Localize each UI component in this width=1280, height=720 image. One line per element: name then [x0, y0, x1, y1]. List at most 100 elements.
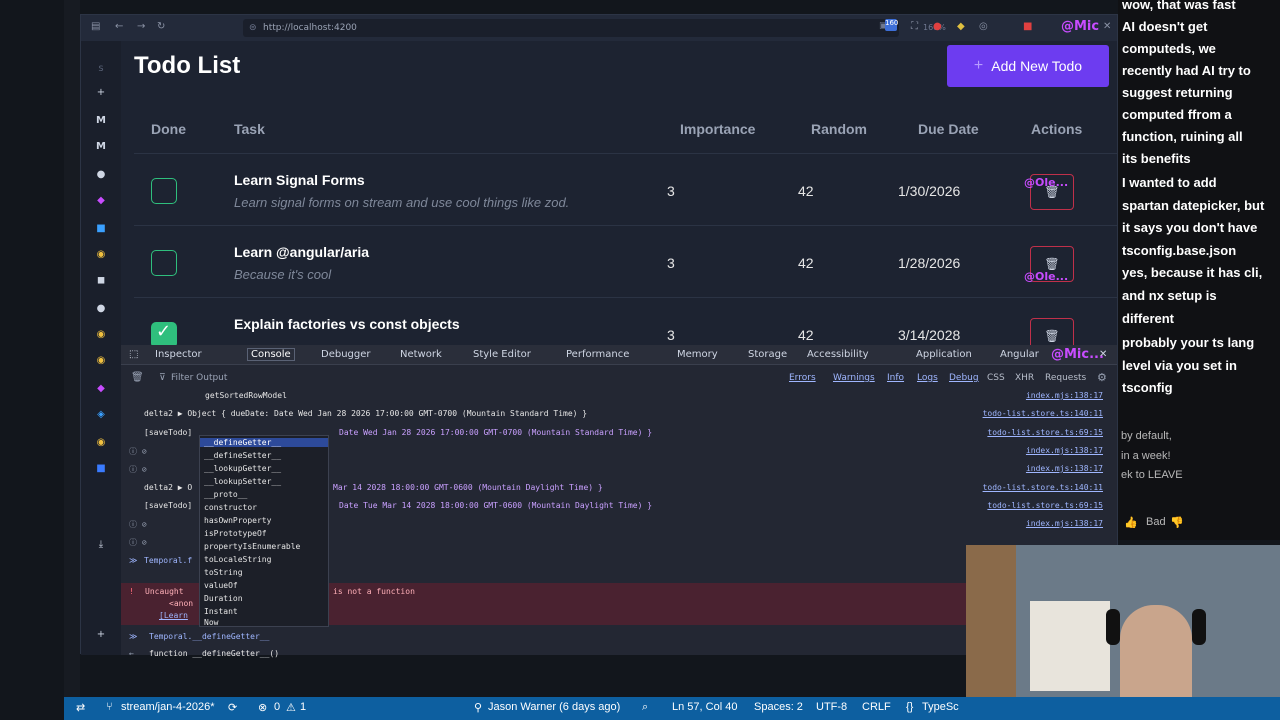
filter-errors[interactable]: Errors	[789, 373, 816, 383]
github-icon[interactable]: ●	[93, 167, 109, 183]
autocomplete-item[interactable]: toLocaleString	[204, 555, 271, 564]
autocomplete-item[interactable]: hasOwnProperty	[204, 516, 271, 525]
autocomplete-item[interactable]: Duration	[204, 594, 243, 603]
sidebar-app-icon[interactable]: ◆	[93, 381, 109, 397]
console-log-source[interactable]: todo-list.store.ts:140:11	[983, 409, 1103, 418]
sidebar-s-icon[interactable]: s	[93, 61, 109, 77]
sidebar-toggle-icon[interactable]: ▤	[91, 21, 100, 32]
forward-icon[interactable]: →	[137, 21, 145, 32]
extension-icon[interactable]: ◆	[957, 21, 965, 32]
console-input[interactable]: Temporal.__defineGetter__	[149, 632, 269, 641]
add-tab-icon[interactable]: +	[93, 85, 109, 101]
filter-logs[interactable]: Logs	[917, 373, 938, 383]
autocomplete-item[interactable]: constructor	[204, 503, 257, 512]
tab-style-editor[interactable]: Style Editor	[473, 349, 531, 360]
autocomplete-item[interactable]: Now	[204, 618, 218, 627]
console-log-source[interactable]: index.mjs:138:17	[1026, 519, 1103, 528]
close-devtools-icon[interactable]: ✕	[1099, 349, 1107, 360]
sidebar-app-icon[interactable]: ◆	[93, 193, 109, 209]
extension-icon[interactable]: ◎	[979, 21, 988, 32]
learn-more-link[interactable]: [Learn	[159, 611, 188, 620]
tab-performance[interactable]: Performance	[566, 349, 629, 360]
reload-icon[interactable]: ↻	[157, 21, 165, 32]
done-checkbox[interactable]	[151, 321, 177, 345]
delete-button[interactable]: 🗑	[1030, 318, 1074, 345]
console-log-text: Mar 14 2028 18:00:00 GMT-0600 (Mountain …	[333, 483, 603, 492]
settings-gear-icon[interactable]: ⚙	[1097, 371, 1107, 384]
warnings-count[interactable]: 1	[300, 701, 306, 713]
autocomplete-item[interactable]: __lookupGetter__	[204, 464, 281, 473]
chrome-icon[interactable]: ◉	[93, 353, 109, 369]
autocomplete-item[interactable]: __lookupSetter__	[204, 477, 281, 486]
indentation[interactable]: Spaces: 2	[754, 701, 803, 713]
back-icon[interactable]: ←	[115, 21, 123, 32]
autocomplete-item[interactable]: __defineGetter__	[200, 438, 328, 447]
autocomplete-item[interactable]: valueOf	[204, 581, 238, 590]
chrome-icon[interactable]: ◉	[93, 435, 109, 451]
cursor-position[interactable]: Ln 57, Col 40	[672, 701, 737, 713]
console-log-source[interactable]: todo-list.store.ts:69:15	[987, 501, 1103, 510]
done-checkbox[interactable]	[151, 250, 177, 276]
tab-angular[interactable]: Angular	[1000, 349, 1039, 360]
zoom-icon[interactable]: ⌕	[642, 701, 648, 714]
filter-output-input[interactable]: Filter Output	[171, 373, 227, 383]
console-log-source[interactable]: todo-list.store.ts:69:15	[987, 428, 1103, 437]
url-bar[interactable]: ⊜ http://localhost:4200 160% ▣	[243, 19, 946, 37]
tab-storage[interactable]: Storage	[748, 349, 787, 360]
github-icon[interactable]: ●	[93, 301, 109, 317]
line-endings[interactable]: CRLF	[862, 701, 891, 713]
tab-application[interactable]: Application	[916, 349, 972, 360]
filter-info[interactable]: Info	[887, 373, 904, 383]
filter-warnings[interactable]: Warnings	[833, 373, 875, 383]
file-encoding[interactable]: UTF-8	[816, 701, 847, 713]
sidebar-app-icon[interactable]: ◈	[93, 407, 109, 423]
thumbs-up-icon[interactable]: 👍	[1124, 516, 1138, 529]
tab-memory[interactable]: Memory	[677, 349, 718, 360]
tab-console[interactable]: Console	[247, 348, 295, 361]
filter-css[interactable]: CSS	[987, 373, 1005, 383]
filter-requests[interactable]: Requests	[1045, 373, 1086, 383]
autocomplete-item[interactable]: isPrototypeOf	[204, 529, 267, 538]
console-log-source[interactable]: index.mjs:138:17	[1026, 446, 1103, 455]
console-log-source[interactable]: index.mjs:138:17	[1026, 464, 1103, 473]
tab-accessibility[interactable]: Accessibility	[807, 349, 869, 360]
extension-icon[interactable]: ●	[933, 21, 942, 32]
tab-debugger[interactable]: Debugger	[321, 349, 371, 360]
remote-icon[interactable]: ⇄	[76, 701, 85, 714]
console-log-source[interactable]: index.mjs:138:17	[1026, 391, 1103, 400]
sidebar-app-icon[interactable]: ■	[93, 221, 109, 237]
trash-icon[interactable]: 🗑	[131, 372, 144, 383]
bad-label[interactable]: Bad	[1146, 516, 1166, 528]
filter-xhr[interactable]: XHR	[1015, 373, 1034, 383]
tab-inspector[interactable]: Inspector	[155, 349, 202, 360]
autocomplete-item[interactable]: __proto__	[204, 490, 247, 499]
close-icon[interactable]: ✕	[1103, 21, 1111, 32]
autocomplete-item[interactable]: propertyIsEnumerable	[204, 542, 300, 551]
mastodon-icon[interactable]: ◼	[93, 273, 109, 289]
extension-icon[interactable]: 160	[885, 19, 898, 31]
download-icon[interactable]: ⤓	[93, 537, 109, 553]
git-blame[interactable]: Jason Warner (6 days ago)	[488, 701, 620, 713]
extension-icon[interactable]: ■	[1023, 21, 1032, 32]
done-checkbox[interactable]	[151, 178, 177, 204]
autocomplete-item[interactable]: toString	[204, 568, 243, 577]
autocomplete-item[interactable]: __defineSetter__	[204, 451, 281, 460]
add-todo-button[interactable]: + Add New Todo	[947, 45, 1109, 87]
sync-icon[interactable]: ⟳	[228, 701, 237, 714]
pick-element-icon[interactable]: ⬚	[129, 349, 138, 360]
autocomplete-item[interactable]: Instant	[204, 607, 238, 616]
git-branch[interactable]: stream/jan-4-2026*	[121, 701, 215, 713]
sidebar-m-icon[interactable]: M	[93, 113, 109, 129]
thumbs-down-icon[interactable]: 👎	[1170, 516, 1184, 529]
language-mode[interactable]: TypeSc	[922, 701, 959, 713]
tab-network[interactable]: Network	[400, 349, 442, 360]
console-log-source[interactable]: todo-list.store.ts:140:11	[983, 483, 1103, 492]
problems-count[interactable]: 0	[274, 701, 280, 713]
filter-debug[interactable]: Debug	[949, 373, 979, 383]
sidebar-app-icon[interactable]: ■	[93, 461, 109, 477]
add-panel-icon[interactable]: +	[93, 627, 109, 643]
sidebar-m-icon[interactable]: M	[93, 139, 109, 155]
chrome-icon[interactable]: ◉	[93, 327, 109, 343]
chrome-icon[interactable]: ◉	[93, 247, 109, 263]
extension-icon[interactable]: ⛶	[911, 21, 918, 32]
